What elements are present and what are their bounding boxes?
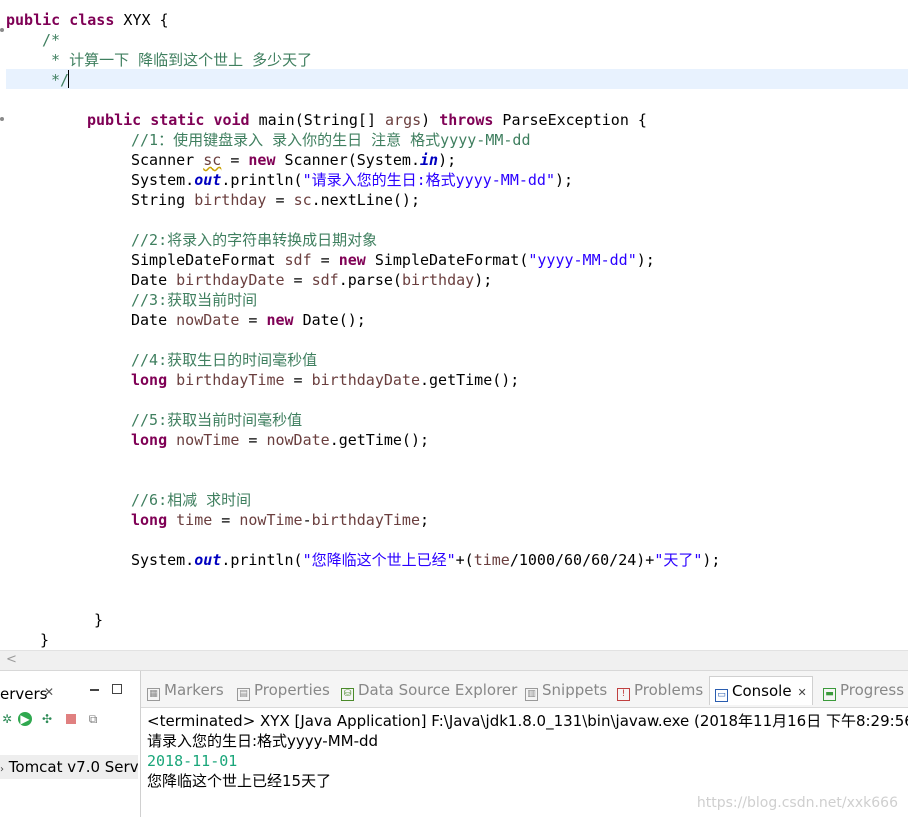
view-tabs: ▦ Markers ▤ Properties ⛁ Data Source Explor… [141, 671, 908, 708]
code-line-main-decl: public static void main(String[] args) t… [87, 111, 647, 129]
tab-markers[interactable]: ▦ Markers [147, 679, 224, 701]
tab-snippets[interactable]: ▥ Snippets [525, 679, 607, 701]
tab-problems[interactable]: ! Problems [617, 679, 703, 701]
server-name: Tomcat v7.0 Serve [8, 758, 138, 776]
code-line-sdf: SimpleDateFormat sdf = new SimpleDateFor… [131, 251, 655, 269]
server-list-item[interactable]: › Tomcat v7.0 Serve [0, 755, 138, 779]
minimize-icon[interactable] [90, 689, 99, 691]
markers-icon: ▦ [147, 688, 160, 701]
snippets-icon: ▥ [525, 688, 538, 701]
properties-icon: ▤ [237, 688, 250, 701]
close-icon[interactable]: ✕ [44, 685, 54, 699]
maximize-icon[interactable] [112, 684, 122, 694]
tab-data-source-explorer[interactable]: ⛁ Data Source Explorer [341, 679, 517, 701]
start-server-icon[interactable]: ▶ [18, 712, 32, 726]
code-comment-body: * 计算一下 降临到这个世上 多少天了 [42, 51, 313, 69]
code-comment-3: //3:获取当前时间 [131, 291, 258, 309]
close-icon[interactable]: ✕ [798, 686, 807, 699]
console-output[interactable]: <terminated> XYX [Java Application] F:\J… [147, 711, 908, 791]
progress-icon: ▬ [823, 688, 836, 701]
code-line-close-method: } [94, 611, 104, 629]
code-line-long1: long birthdayTime = birthdayDate.getTime… [131, 371, 520, 389]
code-comment-4: //4:获取生日的时间毫秒值 [131, 351, 318, 369]
fold-marker[interactable] [0, 117, 4, 121]
code-editor[interactable]: public class XYX { /* * 计算一下 降临到这个世上 多少天… [0, 0, 908, 650]
code-line-long3: long time = nowTime-birthdayTime; [131, 511, 430, 529]
console-input-line: 2018-11-01 [147, 752, 238, 770]
code-comment-6: //6:相减 求时间 [131, 491, 252, 509]
code-line-close-class: } [40, 631, 50, 649]
code-comment-2: //2:将录入的字符串转换成日期对象 [131, 231, 378, 249]
code-comment-5: //5:获取当前时间毫秒值 [131, 411, 303, 429]
current-line-highlight [6, 69, 908, 89]
data-source-icon: ⛁ [341, 688, 354, 701]
bottom-panel: ervers ✕ ✲ ▶ ✣ ⧉ › Tomcat v7.0 Serve ▦ Ma… [0, 670, 908, 817]
code-line-date1: Date birthdayDate = sdf.parse(birthday); [131, 271, 493, 289]
console-terminated-header: <terminated> XYX [Java Application] F:\J… [147, 712, 908, 730]
code-comment-1: //1：使用键盘录入 录入你的生日 注意 格式yyyy-MM-dd [131, 131, 531, 149]
code-comment-open: /* [42, 31, 61, 49]
console-output-line: 请录入您的生日:格式yyyy-MM-dd [147, 732, 379, 750]
watermark: https://blog.csdn.net/xxk666 [696, 795, 898, 811]
fold-marker[interactable] [0, 28, 4, 32]
stop-server-icon[interactable] [64, 712, 78, 726]
tab-properties[interactable]: ▤ Properties [237, 679, 330, 701]
code-line-date2: Date nowDate = new Date(); [131, 311, 366, 329]
scroll-left-icon[interactable]: < [6, 652, 17, 667]
code-line-print1: System.out.println("请录入您的生日:格式yyyy-MM-dd… [131, 171, 574, 189]
publish-icon[interactable]: ⧉ [86, 712, 100, 726]
servers-tab[interactable]: ervers [0, 685, 47, 703]
servers-view: ervers ✕ ✲ ▶ ✣ ⧉ › Tomcat v7.0 Serve [0, 671, 141, 817]
problems-icon: ! [617, 688, 630, 701]
text-caret [68, 70, 69, 88]
server-expand-icon[interactable]: › [0, 764, 4, 775]
code-line-scanner: Scanner sc = new Scanner(System.in); [131, 151, 457, 169]
horizontal-scrollbar[interactable]: < [0, 650, 908, 670]
code-comment-close: */ [42, 71, 70, 89]
tab-console[interactable]: ▭ Console ✕ [709, 676, 813, 705]
code-line-long2: long nowTime = nowDate.getTime(); [131, 431, 430, 449]
code-line-string: String birthday = sc.nextLine(); [131, 191, 420, 209]
profile-server-icon[interactable]: ✣ [40, 712, 54, 726]
console-icon: ▭ [715, 689, 728, 702]
tab-progress[interactable]: ▬ Progress [823, 679, 904, 701]
debug-server-icon[interactable]: ✲ [0, 712, 14, 726]
console-output-line: 您降临这个世上已经15天了 [147, 772, 332, 790]
code-line-print2: System.out.println("您降临这个世上已经"+(time/100… [131, 551, 721, 569]
code-line-class-decl: public class XYX { [6, 11, 169, 29]
